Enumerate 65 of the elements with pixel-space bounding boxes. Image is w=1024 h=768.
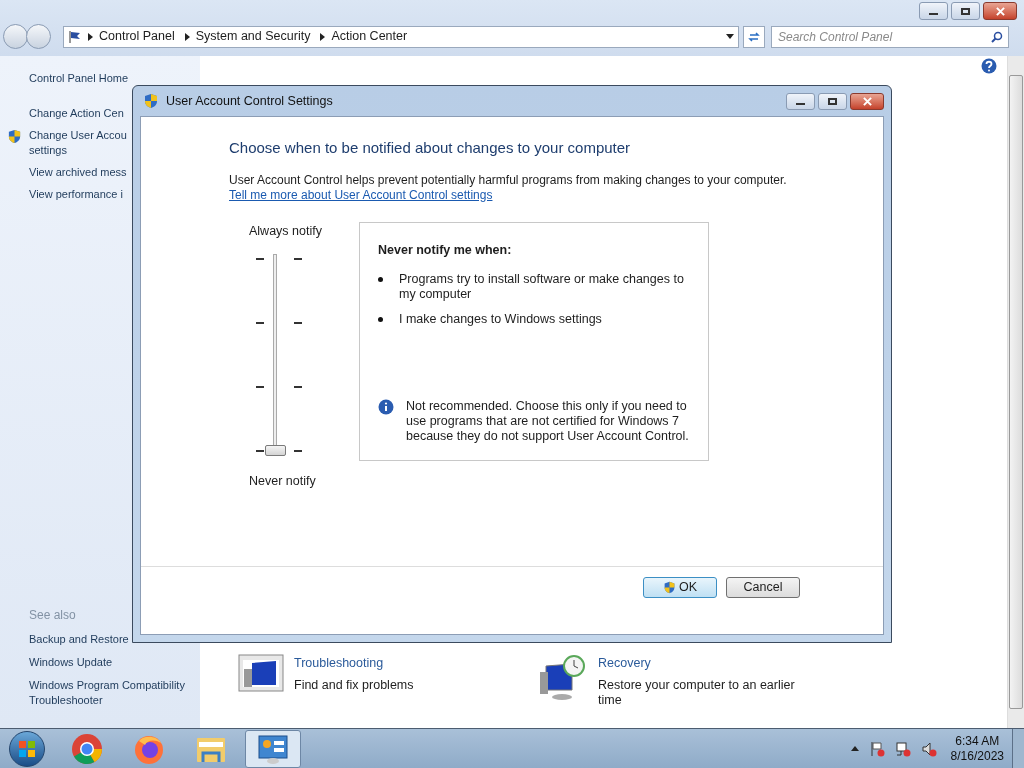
shield-icon (143, 93, 159, 109)
dialog-title: User Account Control Settings (166, 92, 333, 110)
slider-bottom-label: Never notify (249, 473, 316, 491)
shield-icon (7, 129, 22, 144)
breadcrumb-item[interactable]: Action Center (331, 27, 408, 46)
address-bar[interactable]: Control Panel System and Security Action Center (63, 25, 739, 48)
help-icon[interactable] (981, 58, 997, 74)
close-icon (995, 6, 1005, 16)
control-panel-icon[interactable] (257, 732, 289, 765)
info-icon (378, 398, 394, 415)
sidebar-link[interactable]: View performance i (29, 187, 123, 202)
dropdown-arrow-icon[interactable] (726, 34, 734, 39)
monitor-icon (238, 654, 284, 695)
scrollbar[interactable] (1007, 56, 1024, 728)
windows-logo-icon (17, 738, 37, 759)
clock-date[interactable]: 8/16/2023 (950, 748, 1004, 764)
speaker-muted-icon[interactable] (920, 740, 937, 757)
sidebar-link[interactable]: Change Action Cen (29, 106, 124, 121)
close-button[interactable] (850, 92, 884, 110)
sidebar-link[interactable]: View archived mess (29, 165, 127, 180)
info-heading: Never notify me when: (378, 241, 513, 259)
sidebar-link[interactable]: Change User Accou settings (29, 128, 127, 158)
see-also-heading: See also (29, 607, 77, 624)
search-icon (991, 30, 1003, 43)
flag-error-icon[interactable] (868, 740, 885, 757)
close-button[interactable] (983, 2, 1017, 20)
refresh-icon (748, 30, 760, 43)
description-text: User Account Control helps prevent potentially harmful programs from making changes to your computer. (229, 172, 788, 188)
chrome-icon[interactable] (71, 732, 103, 765)
show-hidden-icons-icon[interactable] (850, 746, 859, 751)
sidebar-link[interactable]: Windows Program Compatibility Troubleshooter (29, 678, 194, 708)
tile-title[interactable]: Troubleshooting (294, 654, 494, 673)
breadcrumb-item[interactable]: System and Security (195, 27, 311, 46)
help-link[interactable]: Tell me more about User Account Control settings (229, 187, 493, 203)
sidebar-link[interactable]: Windows Update (29, 655, 194, 670)
shield-icon (662, 581, 676, 594)
tile-title[interactable]: Recovery (598, 654, 798, 673)
clock-time[interactable]: 6:34 AM (955, 733, 1000, 749)
sidebar-link[interactable]: Control Panel Home (29, 71, 129, 86)
cancel-button[interactable]: Cancel (726, 577, 800, 598)
chevron-right-icon (320, 32, 326, 41)
refresh-button[interactable] (743, 25, 765, 48)
chevron-right-icon (184, 32, 190, 41)
tile-description: Find and fix problems (294, 678, 415, 693)
breadcrumb-item[interactable]: Control Panel (99, 27, 175, 46)
maximize-button[interactable] (818, 92, 847, 110)
start-button[interactable] (9, 730, 45, 767)
ok-button[interactable]: OK (643, 577, 717, 598)
chevron-right-icon (88, 32, 93, 41)
tile-description: Restore your computer to an earlier time (598, 678, 796, 708)
warning-note: Not recommended. Choose this only if you need to use programs that are not certified for Windows 7 because they do not support User Account Control. (406, 398, 690, 444)
bullet-text: I make changes to Windows settings (399, 312, 603, 328)
show-desktop-button[interactable] (1012, 728, 1024, 768)
close-icon (862, 96, 872, 106)
search-field[interactable]: Search Control Panel (771, 25, 1009, 48)
slider-thumb[interactable] (265, 445, 286, 457)
minimize-button[interactable] (919, 2, 948, 20)
network-error-icon[interactable] (894, 740, 911, 757)
bullet-text: Programs try to install software or make changes to my computer (399, 272, 685, 303)
flag-icon (68, 29, 82, 44)
minimize-button[interactable] (786, 92, 815, 110)
maximize-button[interactable] (951, 2, 980, 20)
monitor-clock-icon (538, 654, 588, 703)
dialog-heading: Choose when to be notified about changes to your computer (229, 138, 632, 158)
slider-top-label: Always notify (249, 222, 322, 240)
